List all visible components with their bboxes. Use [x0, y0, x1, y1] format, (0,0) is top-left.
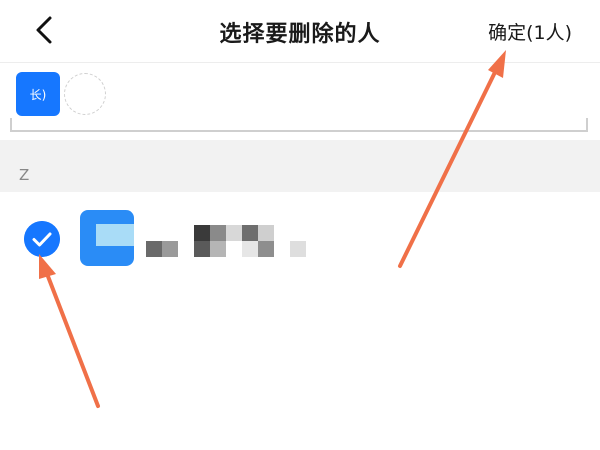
annotation-arrows — [39, 50, 506, 408]
